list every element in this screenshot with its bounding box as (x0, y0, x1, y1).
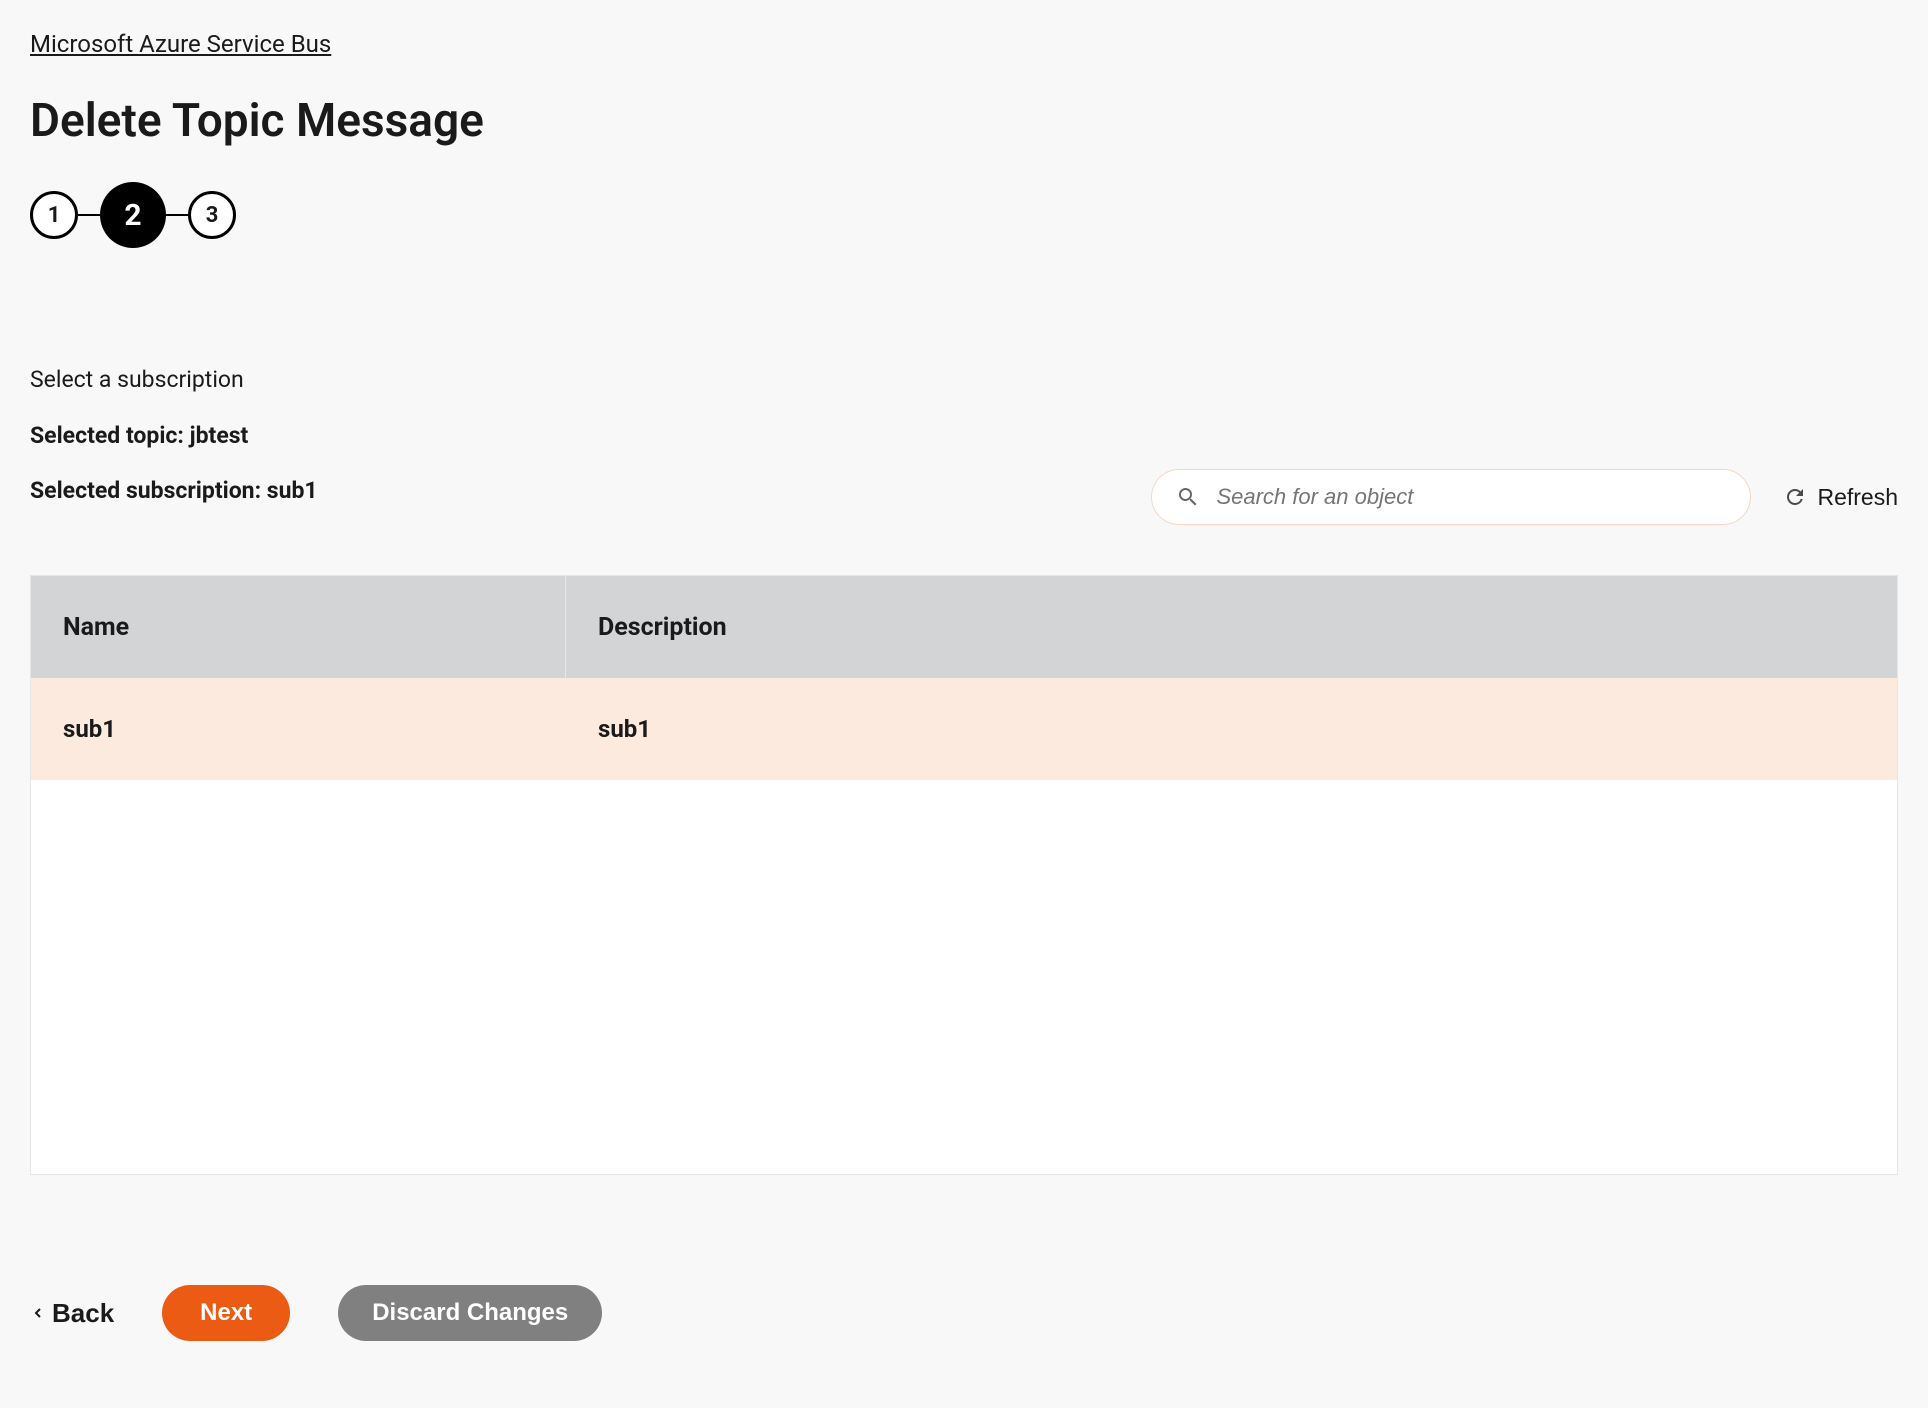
footer-buttons: Back Next Discard Changes (30, 1285, 1898, 1341)
instruction-text: Select a subscription (30, 358, 318, 402)
chevron-left-icon (30, 1305, 46, 1321)
stepper: 1 2 3 (30, 182, 1898, 248)
breadcrumb-link[interactable]: Microsoft Azure Service Bus (30, 30, 331, 58)
search-box[interactable] (1151, 469, 1751, 525)
back-label: Back (52, 1298, 114, 1329)
search-icon (1176, 485, 1200, 509)
discard-button[interactable]: Discard Changes (338, 1285, 602, 1341)
selected-topic-text: Selected topic: jbtest (30, 414, 318, 458)
selected-subscription-text: Selected subscription: sub1 (30, 469, 318, 513)
info-block: Select a subscription Selected topic: jb… (30, 358, 318, 525)
step-3[interactable]: 3 (188, 191, 236, 239)
step-connector (166, 214, 188, 216)
table-row[interactable]: sub1 sub1 (31, 678, 1897, 780)
next-button[interactable]: Next (162, 1285, 290, 1341)
table-header: Name Description (31, 576, 1897, 678)
back-button[interactable]: Back (30, 1298, 114, 1329)
refresh-button[interactable]: Refresh (1783, 484, 1898, 511)
step-2[interactable]: 2 (100, 182, 166, 248)
page-title: Delete Topic Message (30, 94, 1898, 148)
cell-description: sub1 (566, 715, 1897, 743)
refresh-label: Refresh (1817, 484, 1898, 511)
refresh-icon (1783, 485, 1807, 509)
step-connector (78, 214, 100, 216)
search-input[interactable] (1216, 484, 1726, 510)
step-1[interactable]: 1 (30, 191, 78, 239)
subscription-table: Name Description sub1 sub1 (30, 575, 1898, 1175)
column-header-description[interactable]: Description (566, 613, 1897, 642)
cell-name: sub1 (31, 678, 566, 780)
column-header-name[interactable]: Name (31, 576, 566, 678)
